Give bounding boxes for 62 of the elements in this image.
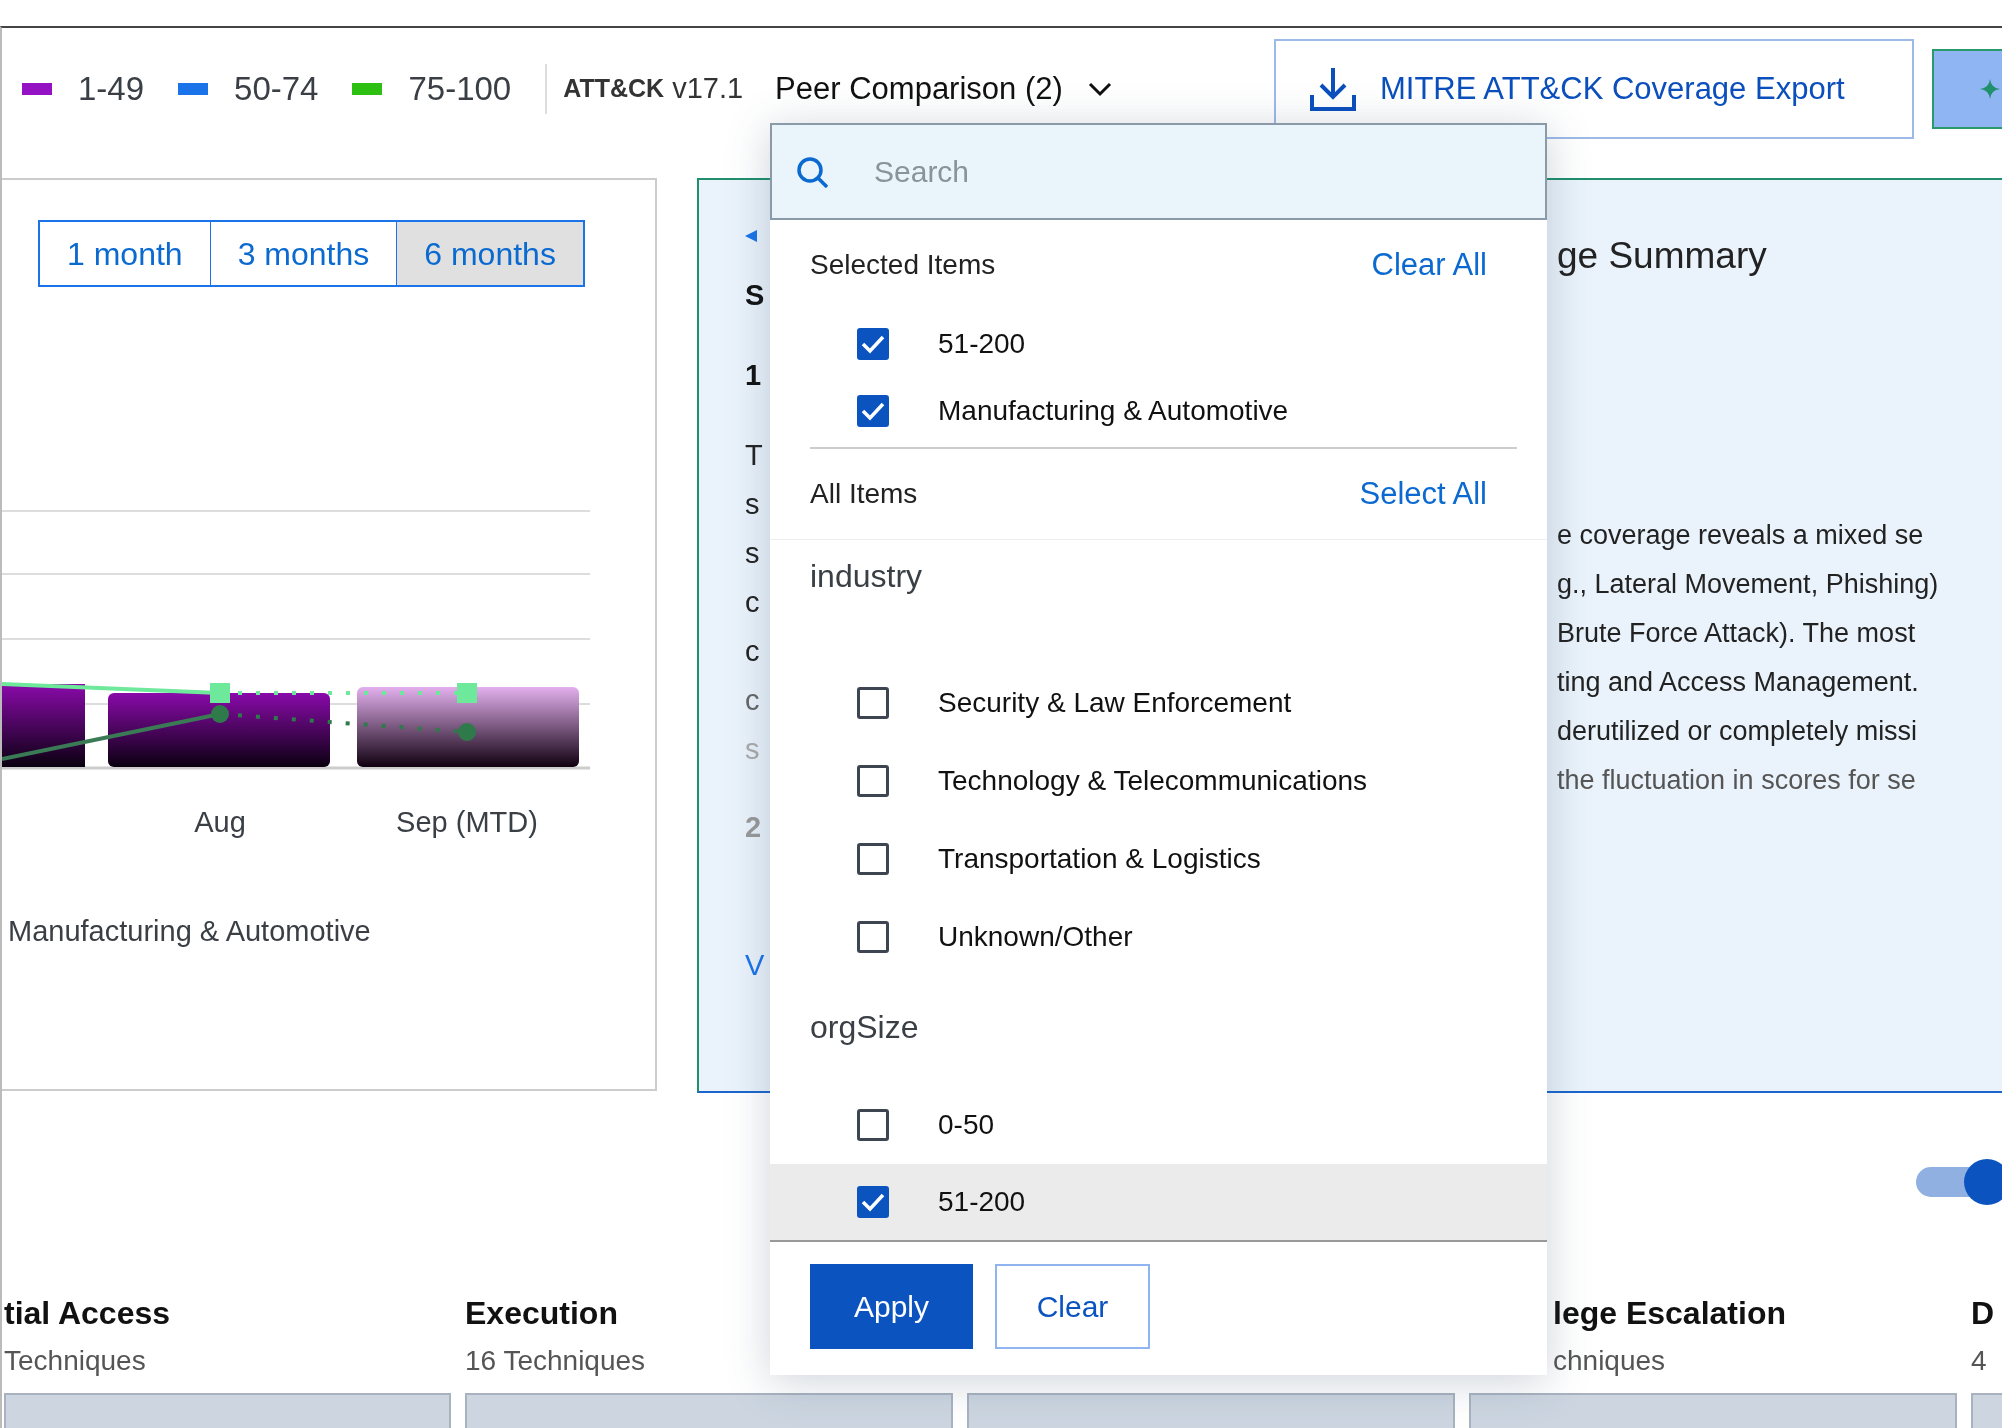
technique-count: 16 Techniques [465,1344,646,1378]
clear-button[interactable]: Clear [995,1264,1150,1349]
summary-text: s [745,536,761,571]
summary-text: c [745,585,761,620]
axis-label: Aug [194,805,246,840]
range-tab[interactable]: 1 month [38,220,212,287]
export-button[interactable]: MITRE ATT&CK Coverage Export [1274,39,1914,139]
technique-count: chniques [1553,1344,1666,1378]
chart-caption: Manufacturing & Automotive [8,914,372,949]
summary-text: s [745,732,761,767]
summary-text: the fluctuation in scores for se [1557,763,1916,797]
peer-comparison-dropdown[interactable]: Peer Comparison (2) [775,65,1113,113]
section-header: Selected Items [810,248,996,282]
link-button[interactable]: Clear All [1371,241,1487,289]
apply-button[interactable]: Apply [810,1264,973,1349]
legend-label: 75-100 [408,69,512,110]
technique-count: Techniques [4,1344,146,1378]
range-tab[interactable]: 6 months [397,220,585,287]
section-header: All Items [810,477,918,511]
axis-label: Sep (MTD) [396,805,538,840]
summary-text: ting and Access Management. [1557,665,1919,699]
search-field[interactable]: Search [770,123,1547,220]
option-row[interactable]: 0-50 [770,1086,1547,1164]
summary-text: c [745,683,761,718]
summary-text: Brute Force Attack). The most [1557,616,1916,650]
tactic-name: lege Escalation [1553,1294,1786,1333]
option-row[interactable]: Security & Law Enforcement [770,664,1547,742]
option-row[interactable]: Manufacturing & Automotive [770,377,1547,444]
option-row[interactable]: Technology & Telecommunications [770,742,1547,820]
framework-label: ATT&CK [563,73,665,105]
option-row[interactable]: 51-200 [770,310,1547,377]
summary-text: e coverage reveals a mixed se [1557,518,1924,552]
tactic-name: tial Access [4,1294,171,1333]
summary-text: c [745,634,761,669]
legend-label: 1-49 [78,69,145,110]
checkmark-icon [861,400,885,421]
summary-text: derutilized or completely missi [1557,714,1918,748]
summary-text: s [745,487,761,522]
summary-text: T [745,438,764,473]
toggle-switch[interactable] [1916,1159,2002,1205]
summary-title: ge Summary [1557,234,1768,278]
technique-count: 4 [1971,1344,1987,1378]
download-icon [1308,65,1358,113]
link-button[interactable]: Select All [1359,470,1487,518]
summary-text: S [745,278,766,313]
group-header: orgSize [809,1008,920,1047]
tactic-name: Execution [465,1294,618,1333]
arrow-icon [745,230,757,242]
group-header: industry [809,557,924,596]
option-row[interactable]: Unknown/Other [770,898,1547,976]
summary-text: 2 [745,810,763,845]
option-row[interactable]: Transportation & Logistics [770,820,1547,898]
option-row[interactable]: 51-200 [770,1164,1547,1242]
checkmark-icon [861,333,885,354]
checkmark-icon [861,1192,885,1212]
tactic-name: D [1971,1294,1995,1333]
summary-text: 1 [745,358,763,393]
range-tab[interactable]: 3 months [210,220,399,287]
search-icon [796,156,828,188]
summary-text: g., Lateral Movement, Phishing) [1557,567,1939,601]
legend-label: 50-74 [234,69,319,110]
version-label: v17.1 [672,71,744,107]
